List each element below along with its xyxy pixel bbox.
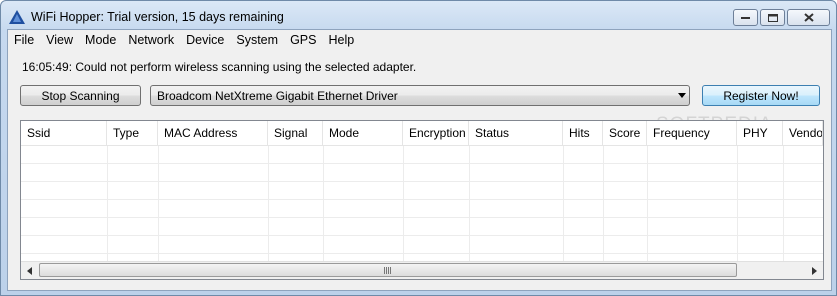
close-icon xyxy=(803,13,814,22)
menu-view[interactable]: View xyxy=(40,30,79,49)
arrow-right-icon xyxy=(811,266,817,275)
menu-device[interactable]: Device xyxy=(180,30,230,49)
caption-buttons xyxy=(733,9,830,26)
wifi-hopper-logo-icon xyxy=(9,10,25,24)
column-header-status[interactable]: Status xyxy=(469,121,563,145)
column-header-signal[interactable]: Signal xyxy=(268,121,323,145)
column-header-type[interactable]: Type xyxy=(107,121,158,145)
menu-bar: File View Mode Network Device System GPS… xyxy=(8,30,831,49)
scroll-left-button[interactable] xyxy=(21,262,38,279)
column-header-mode[interactable]: Mode xyxy=(323,121,403,145)
column-header-phy[interactable]: PHY xyxy=(737,121,783,145)
menu-help[interactable]: Help xyxy=(322,30,360,49)
menu-mode[interactable]: Mode xyxy=(79,30,122,49)
menu-gps[interactable]: GPS xyxy=(284,30,322,49)
client-area: File View Mode Network Device System GPS… xyxy=(7,29,832,291)
stop-scanning-button[interactable]: Stop Scanning xyxy=(20,85,141,106)
maximize-icon xyxy=(767,13,778,22)
close-button[interactable] xyxy=(787,9,830,26)
column-header-hits[interactable]: Hits xyxy=(563,121,603,145)
menu-network[interactable]: Network xyxy=(122,30,180,49)
minimize-icon xyxy=(741,16,750,19)
window-title: WiFi Hopper: Trial version, 15 days rema… xyxy=(31,10,284,24)
column-header-score[interactable]: Score xyxy=(603,121,647,145)
column-header-frequency[interactable]: Frequency xyxy=(647,121,737,145)
column-header-encryption[interactable]: Encryption xyxy=(403,121,469,145)
scrollbar-thumb[interactable] xyxy=(39,263,737,277)
arrow-left-icon xyxy=(26,266,32,275)
adapter-selected-value: Broadcom NetXtreme Gigabit Ethernet Driv… xyxy=(157,89,398,103)
grip-icon xyxy=(384,267,391,274)
register-now-button[interactable]: Register Now! xyxy=(702,85,820,106)
column-header-ssid[interactable]: Ssid xyxy=(21,121,107,145)
app-window: WiFi Hopper: Trial version, 15 days rema… xyxy=(0,0,837,296)
list-header: Ssid Type MAC Address Signal Mode Encryp… xyxy=(21,121,823,146)
column-header-mac-address[interactable]: MAC Address xyxy=(158,121,268,145)
status-message: 16:05:49: Could not perform wireless sca… xyxy=(22,60,417,74)
column-header-vendor[interactable]: Vendo xyxy=(783,121,823,145)
scroll-right-button[interactable] xyxy=(806,262,823,279)
title-bar[interactable]: WiFi Hopper: Trial version, 15 days rema… xyxy=(1,1,836,31)
network-list[interactable]: Ssid Type MAC Address Signal Mode Encryp… xyxy=(20,120,824,280)
maximize-button[interactable] xyxy=(760,9,785,26)
minimize-button[interactable] xyxy=(733,9,758,26)
list-grid-lines xyxy=(21,146,823,261)
horizontal-scrollbar[interactable] xyxy=(21,261,823,279)
dropdown-arrow-icon xyxy=(678,93,686,98)
menu-file[interactable]: File xyxy=(8,30,40,49)
menu-system[interactable]: System xyxy=(230,30,284,49)
adapter-select[interactable]: Broadcom NetXtreme Gigabit Ethernet Driv… xyxy=(150,85,690,106)
